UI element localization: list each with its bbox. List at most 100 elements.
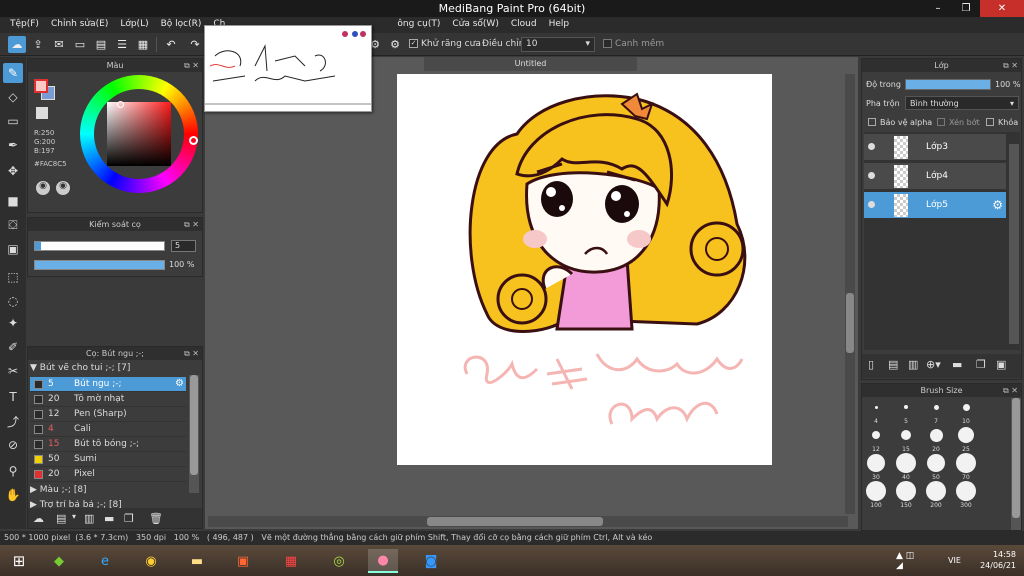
palette-add-icon[interactable]: ◉ <box>56 181 70 195</box>
brush-size-dot[interactable] <box>929 428 943 442</box>
layer-opacity-slider[interactable] <box>905 79 991 90</box>
horizontal-scroll-thumb[interactable] <box>427 517 603 526</box>
document-icon[interactable]: ▤ <box>92 36 110 53</box>
text-tool-icon[interactable]: T <box>3 387 23 407</box>
menu-edit[interactable]: Chỉnh sửa(E) <box>45 17 114 33</box>
redo-icon[interactable]: ↷ <box>186 36 204 53</box>
brush-size-dot[interactable] <box>962 403 970 411</box>
eyedropper-tool-icon[interactable]: ⚲ <box>3 461 23 481</box>
brush-size-dot[interactable] <box>896 453 916 473</box>
panel-controls-icon[interactable]: ⧉ ✕ <box>184 59 199 72</box>
foxit-reader-icon[interactable]: ▣ <box>228 549 258 573</box>
brush-size-dot[interactable] <box>901 430 911 440</box>
bucket-tool-icon[interactable]: ⛋ <box>3 215 23 235</box>
panel-controls-icon[interactable]: ⧉ ✕ <box>1003 384 1018 397</box>
restore-button[interactable]: ❐ <box>952 0 980 17</box>
brush-size-dot[interactable] <box>867 454 885 472</box>
layer-item[interactable]: Lớp3 <box>864 134 1006 161</box>
clip-studio-icon[interactable]: ◎ <box>324 549 354 573</box>
clock[interactable]: 14:58 24/06/21 <box>980 549 1016 571</box>
layer-item[interactable]: Lớp4 <box>864 163 1006 190</box>
duplicate-brush-icon[interactable]: ❐ <box>124 512 134 525</box>
rectangle-tool-icon[interactable]: ▭ <box>3 111 23 131</box>
fill-shape-tool-icon[interactable]: ■ <box>3 191 23 211</box>
transparent-color-swatch[interactable] <box>36 107 48 119</box>
tray-icons[interactable]: ▲ ◫ ◢ <box>896 549 916 573</box>
zoom-app-icon[interactable]: ◙ <box>416 549 446 573</box>
vertical-scroll-thumb[interactable] <box>846 293 854 353</box>
undo-icon[interactable]: ↶ <box>162 36 180 53</box>
layer-item[interactable]: Lớp5 ⚙ <box>864 192 1006 219</box>
grid-icon[interactable]: ▦ <box>134 36 152 53</box>
color-picker-cursor[interactable] <box>117 101 124 108</box>
brush-list-item[interactable]: 20 Tô mờ nhạt <box>30 392 186 407</box>
correction-select[interactable]: 10 ▾ <box>521 37 595 52</box>
input-language[interactable]: VIE <box>948 556 961 565</box>
brush-size-dot[interactable] <box>896 481 916 501</box>
new-layer-1bit-icon[interactable]: ▥ <box>908 358 918 371</box>
internet-explorer-icon[interactable]: e <box>90 549 120 573</box>
navigator-popup[interactable] <box>204 25 372 112</box>
pen-tool-icon[interactable]: ✒ <box>3 135 23 155</box>
brush-size-dot[interactable] <box>904 405 908 409</box>
list-icon[interactable]: ☰ <box>113 36 131 53</box>
snap-checkbox[interactable] <box>603 39 612 48</box>
folder-icon[interactable]: ▬ <box>104 512 114 525</box>
gradient-tool-icon[interactable]: ▣ <box>3 239 23 259</box>
menu-help[interactable]: Help <box>543 17 576 33</box>
file-explorer-icon[interactable]: ▬ <box>182 549 212 573</box>
add-layer-menu-icon[interactable]: ⊕▾ <box>926 358 941 371</box>
document-tab[interactable]: Untitled <box>424 57 637 71</box>
brush-list-item[interactable]: 4 Cali <box>30 422 186 437</box>
move-tool-icon[interactable]: ✥ <box>3 161 23 181</box>
lock-checkbox[interactable] <box>986 118 994 126</box>
operation-tool-icon[interactable]: ⤴ <box>3 411 23 431</box>
saturation-value-square[interactable] <box>107 102 171 166</box>
panel-controls-icon[interactable]: ⧉ ✕ <box>184 218 199 231</box>
add-brush-icon[interactable]: ▤ <box>56 512 66 525</box>
visibility-icon[interactable] <box>868 172 875 179</box>
menu-filter[interactable]: Bộ lọc(R) <box>155 17 208 33</box>
new-layer-icon[interactable]: ▯ <box>868 358 874 371</box>
panel-controls-icon[interactable]: ⧉ ✕ <box>1003 59 1018 72</box>
foreground-color-swatch[interactable] <box>34 79 48 93</box>
gear-icon[interactable]: ⚙ <box>175 378 184 389</box>
dropper-tool-icon[interactable]: ⊘ <box>3 435 23 455</box>
brush-size-dot[interactable] <box>956 453 976 473</box>
comment-icon[interactable]: ✉ <box>50 36 68 53</box>
brush-opacity-slider[interactable] <box>34 260 165 270</box>
gear-icon[interactable]: ⚙ <box>992 198 1003 212</box>
select-pen-tool-icon[interactable]: ✐ <box>3 337 23 357</box>
app-launcher-icon[interactable]: ▦ <box>276 549 306 573</box>
brush-size-dot[interactable] <box>866 481 886 501</box>
brush-group-closed-1[interactable]: ▶ Màu ;-; [8] <box>30 485 87 495</box>
protect-alpha-checkbox[interactable] <box>868 118 876 126</box>
palette-icon[interactable]: ◉ <box>36 181 50 195</box>
lasso-tool-icon[interactable]: ◌ <box>3 291 23 311</box>
brush-menu-icon[interactable]: ▾ <box>72 512 76 521</box>
antialias-checkbox[interactable]: ✓ <box>409 39 418 48</box>
new-layer-8bit-icon[interactable]: ▤ <box>888 358 898 371</box>
brush-size-dot[interactable] <box>933 404 939 410</box>
brush-size-dot[interactable] <box>958 427 974 443</box>
menu-file[interactable]: Tệp(F) <box>4 17 45 33</box>
brush-group-open[interactable]: ▼ Bút vẽ cho tui ;-; [7] <box>30 363 130 373</box>
blend-select[interactable]: Bình thường ▾ <box>905 96 1019 110</box>
bluestacks-icon[interactable]: ◆ <box>44 549 74 573</box>
magic-wand-tool-icon[interactable]: ✦ <box>3 313 23 333</box>
menu-cloud[interactable]: Cloud <box>505 17 543 33</box>
hue-picker-cursor[interactable] <box>189 136 198 145</box>
medibang-paint-icon[interactable]: ● <box>368 549 398 573</box>
brush-size-dot[interactable] <box>956 481 976 501</box>
brush-size-dot[interactable] <box>874 405 878 409</box>
share-icon[interactable]: ⇪ <box>29 36 47 53</box>
panel-controls-icon[interactable]: ⧉ ✕ <box>184 347 199 360</box>
brush-group-closed-2[interactable]: ▶ Trợ trí bả bả ;-; [8] <box>30 500 122 508</box>
windows-start-icon[interactable]: ⊞ <box>4 549 34 573</box>
select-rect-tool-icon[interactable]: ⬚ <box>3 267 23 287</box>
trash-icon[interactable]: 🗑 <box>149 512 163 525</box>
brush-tool-icon[interactable]: ✎ <box>3 63 23 83</box>
clip-checkbox[interactable] <box>937 118 945 126</box>
chat-icon[interactable]: ▭ <box>71 36 89 53</box>
menu-layer[interactable]: Lớp(L) <box>114 17 154 33</box>
